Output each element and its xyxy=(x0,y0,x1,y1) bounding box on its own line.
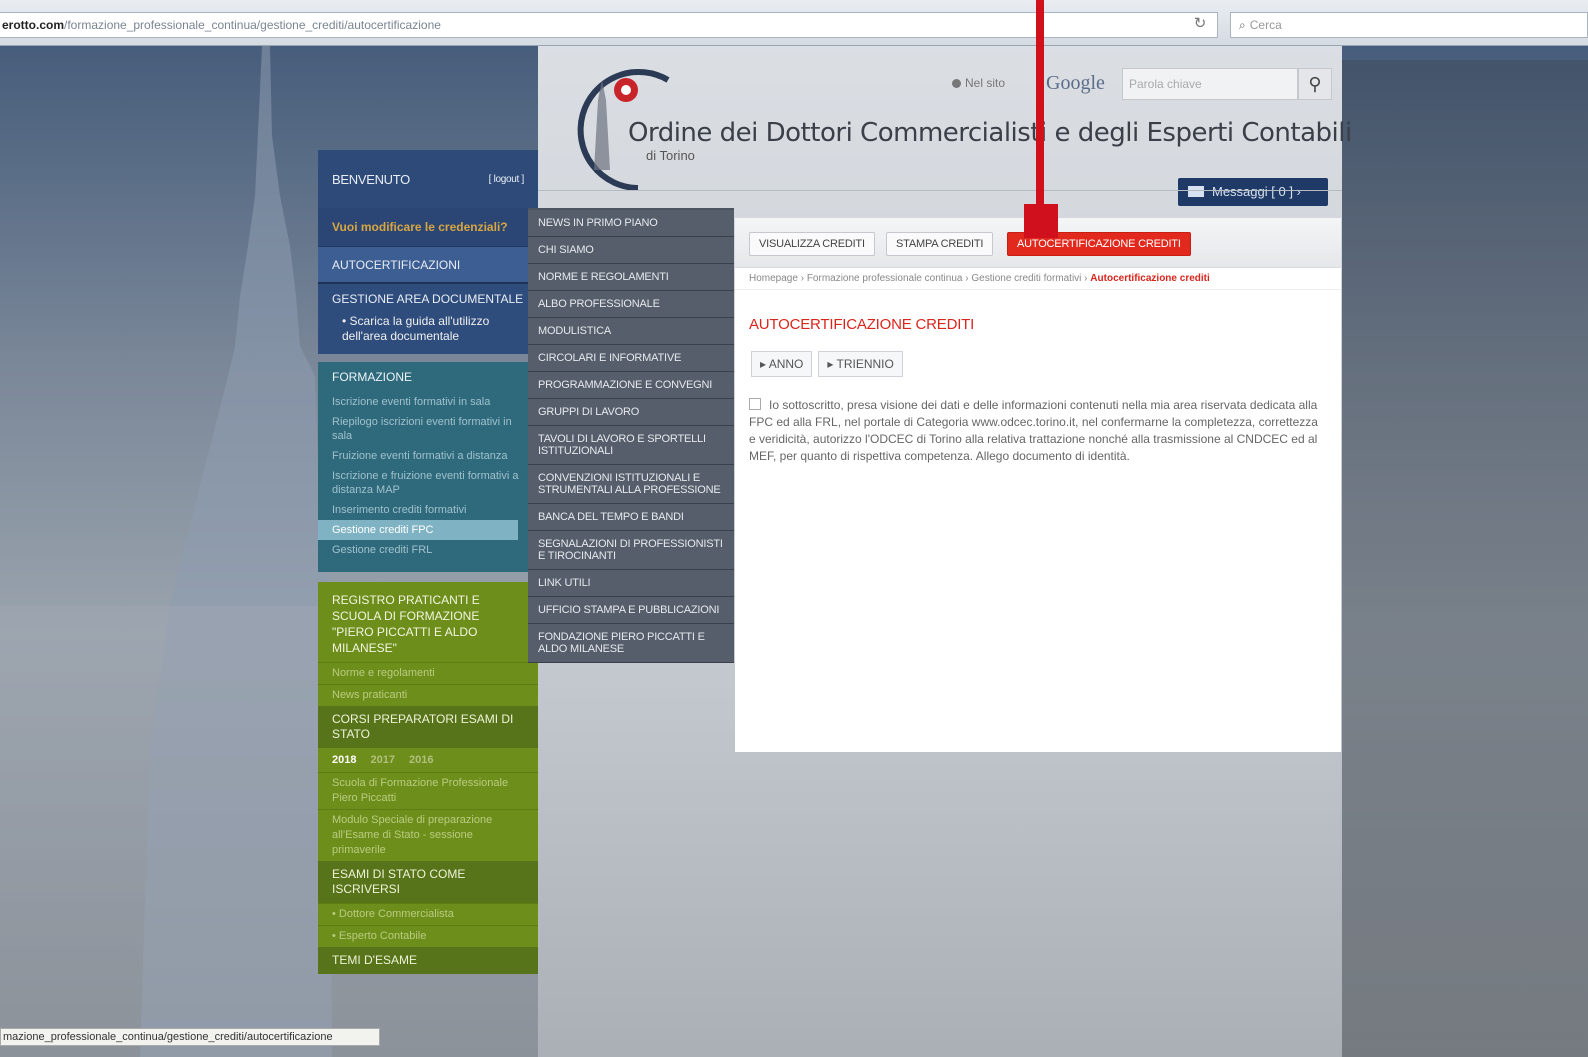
page-title: AUTOCERTIFICAZIONE CREDITI xyxy=(749,316,975,333)
sidebar-item-modulo[interactable]: Modulo Speciale di preparazione all'Esam… xyxy=(318,809,538,861)
reload-icon[interactable]: ↻ xyxy=(1190,12,1210,36)
period-subtabs: ▸ ANNO ▸ TRIENNIO xyxy=(751,351,1341,377)
declaration-checkbox[interactable] xyxy=(749,398,761,410)
sidebar-item-temi[interactable]: TEMI D'ESAME xyxy=(318,947,538,974)
sidebar-item-fruizione-distanza[interactable]: Fruizione eventi formativi a distanza xyxy=(318,446,538,466)
content-panel: VISUALIZZA CREDITI STAMPA CREDITI AUTOCE… xyxy=(735,218,1341,752)
search-button[interactable]: ⚲ xyxy=(1298,68,1332,100)
welcome-label: BENVENUTO xyxy=(332,171,410,187)
nav-item-tavoli[interactable]: TAVOLI DI LAVORO E SPORTELLI ISTITUZIONA… xyxy=(528,426,734,465)
nav-item-modulistica[interactable]: MODULISTICA xyxy=(528,318,734,345)
sidebar-item-map[interactable]: Iscrizione e fruizione eventi formativi … xyxy=(318,466,538,500)
nav-item-chi-siamo[interactable]: CHI SIAMO xyxy=(528,237,734,264)
sidebar-item-esperto[interactable]: • Esperto Contabile xyxy=(318,925,538,947)
magnifier-icon: ⚲ xyxy=(1308,74,1322,94)
messages-button[interactable]: Messaggi [ 0 ] › xyxy=(1178,178,1328,206)
declaration-text: Io sottoscritto, presa visione dei dati … xyxy=(749,398,1318,463)
breadcrumb-current: Autocertificazione crediti xyxy=(1090,273,1210,284)
change-credentials-link[interactable]: Vuoi modificare le credenziali? xyxy=(318,208,538,246)
nav-item-link[interactable]: LINK UTILI xyxy=(528,570,734,597)
sidebar-item-scuola[interactable]: Scuola di Formazione Professionale Piero… xyxy=(318,772,538,809)
sidebar-item-autocertificazioni[interactable]: AUTOCERTIFICAZIONI xyxy=(318,246,538,282)
nav-item-news[interactable]: NEWS IN PRIMO PIANO xyxy=(528,210,734,237)
breadcrumb-gestione[interactable]: Gestione crediti formativi xyxy=(971,273,1081,284)
year-2016[interactable]: 2016 xyxy=(409,754,433,766)
radio-dot-icon xyxy=(952,78,961,88)
subtab-triennio[interactable]: ▸ TRIENNIO xyxy=(818,351,903,377)
sidebar-item-riepilogo[interactable]: Riepilogo iscrizioni eventi formativi in… xyxy=(318,412,538,446)
triangle-right-icon: ▸ xyxy=(760,357,769,371)
breadcrumb-fpc[interactable]: Formazione professionale continua xyxy=(807,273,963,284)
browser-search-input[interactable]: ⌕ Cerca xyxy=(1230,12,1588,38)
year-2018[interactable]: 2018 xyxy=(332,754,356,766)
tab-stampa-crediti[interactable]: STAMPA CREDITI xyxy=(886,232,994,256)
nav-item-ufficio-stampa[interactable]: UFFICIO STAMPA E PUBBLICAZIONI xyxy=(528,597,734,624)
year-2017[interactable]: 2017 xyxy=(370,754,394,766)
google-logo: Google xyxy=(1046,72,1105,94)
sidebar-item-esami[interactable]: ESAMI DI STATO COME ISCRIVERSI xyxy=(318,861,538,903)
nav-item-norme[interactable]: NORME E REGOLAMENTI xyxy=(528,264,734,291)
doc-area-section: GESTIONE AREA DOCUMENTALE • Scarica la g… xyxy=(318,282,538,354)
pointer-marker-square xyxy=(1024,204,1058,238)
left-sidebar: BENVENUTO [ logout ] Vuoi modificare le … xyxy=(318,150,538,974)
nav-item-programmazione[interactable]: PROGRAMMAZIONE E CONVEGNI xyxy=(528,372,734,399)
welcome-row: BENVENUTO [ logout ] xyxy=(318,150,538,208)
logout-link[interactable]: [ logout ] xyxy=(489,174,525,185)
sidebar-item-iscrizione-sala[interactable]: Iscrizione eventi formativi in sala xyxy=(318,392,538,412)
sidebar-item-norme[interactable]: Norme e regolamenti xyxy=(318,662,538,684)
formazione-section: FORMAZIONE Iscrizione eventi formativi i… xyxy=(318,362,538,572)
sidebar-item-gestione-fpc[interactable]: Gestione crediti FPC xyxy=(318,520,518,540)
year-selector: 2018 2017 2016 xyxy=(318,748,538,772)
nav-item-gruppi[interactable]: GRUPPI DI LAVORO xyxy=(528,399,734,426)
envelope-icon xyxy=(1188,186,1204,197)
sidebar-item-gestione-frl[interactable]: Gestione crediti FRL xyxy=(318,540,538,560)
registro-section: REGISTRO PRATICANTI E SCUOLA DI FORMAZIO… xyxy=(318,582,538,974)
breadcrumb: Homepage › Formazione professionale cont… xyxy=(735,268,1341,290)
browser-toolbar: erotto.com/formazione_professionale_cont… xyxy=(0,0,1588,46)
nav-item-circolari[interactable]: CIRCOLARI E INFORMATIVE xyxy=(528,345,734,372)
search-scope-radio[interactable]: Nel sito xyxy=(952,76,1005,90)
site-subtitle: di Torino xyxy=(646,148,695,163)
browser-status-bar: mazione_professionale_continua/gestione_… xyxy=(0,1028,380,1046)
sidebar-item-doc-area[interactable]: GESTIONE AREA DOCUMENTALE xyxy=(332,292,524,306)
main-navigation: NEWS IN PRIMO PIANO CHI SIAMO NORME E RE… xyxy=(528,208,734,663)
nav-item-segnalazioni[interactable]: SEGNALAZIONI DI PROFESSIONISTI E TIROCIN… xyxy=(528,531,734,570)
sidebar-item-inserimento[interactable]: Inserimento crediti formativi xyxy=(318,500,538,520)
registro-title: REGISTRO PRATICANTI E SCUOLA DI FORMAZIO… xyxy=(332,593,480,655)
formazione-title: FORMAZIONE xyxy=(332,370,412,384)
background-haze xyxy=(1340,60,1588,1057)
keyword-search-input[interactable]: Parola chiave xyxy=(1122,68,1298,100)
nav-item-banca[interactable]: BANCA DEL TEMPO E BANDI xyxy=(528,504,734,531)
search-icon: ⌕ xyxy=(1239,18,1246,32)
site-title: Ordine dei Dottori Commercialisti e degl… xyxy=(628,118,1352,148)
doc-guide-link[interactable]: • Scarica la guida all'utilizzo dell'are… xyxy=(332,314,524,344)
nav-item-fondazione[interactable]: FONDAZIONE PIERO PICCATTI E ALDO MILANES… xyxy=(528,624,734,663)
header-divider xyxy=(538,190,1342,191)
breadcrumb-home[interactable]: Homepage xyxy=(749,273,798,284)
sidebar-item-corsi[interactable]: CORSI PREPARATORI ESAMI DI STATO xyxy=(318,706,538,748)
tab-visualizza-crediti[interactable]: VISUALIZZA CREDITI xyxy=(749,232,875,256)
declaration: Io sottoscritto, presa visione dei dati … xyxy=(749,397,1327,465)
sidebar-item-news-praticanti[interactable]: News praticanti xyxy=(318,684,538,706)
triangle-right-icon: ▸ xyxy=(827,357,837,371)
nav-item-albo[interactable]: ALBO PROFESSIONALE xyxy=(528,291,734,318)
sidebar-item-dottore[interactable]: • Dottore Commercialista xyxy=(318,903,538,925)
subtab-anno[interactable]: ▸ ANNO xyxy=(751,351,813,377)
nav-item-convenzioni[interactable]: CONVENZIONI ISTITUZIONALI E STRUMENTALI … xyxy=(528,465,734,504)
pointer-marker-line xyxy=(1036,0,1044,206)
